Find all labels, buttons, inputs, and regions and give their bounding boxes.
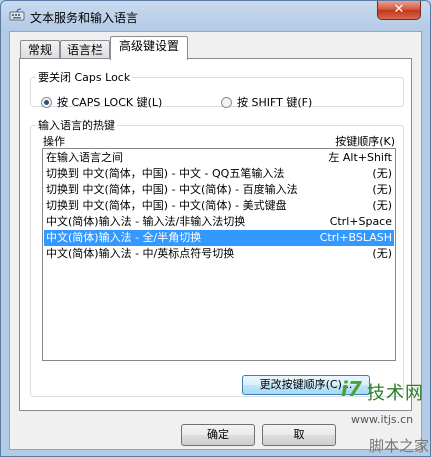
shift-key-label: 按 SHIFT 键(F) xyxy=(237,96,313,109)
watermark-logo: i7 xyxy=(341,377,362,401)
column-key-sequence: 按键顺序(K) xyxy=(335,135,395,148)
hotkeys-list[interactable]: 在输入语言之间 左 Alt+Shift 切换到 中文(简体，中国) - 中文 -… xyxy=(42,148,396,361)
hotkey-row[interactable]: 在输入语言之间 左 Alt+Shift xyxy=(44,150,394,166)
caps-lock-legend: 要关闭 Caps Lock xyxy=(38,71,131,84)
ok-button[interactable]: 确定 xyxy=(181,424,255,446)
hotkey-key: Ctrl+Space xyxy=(329,215,392,228)
hotkey-key: (无) xyxy=(372,167,392,180)
hotkey-action: 中文(简体)输入法 - 输入法/非输入法切换 xyxy=(46,215,246,228)
hotkey-key: Ctrl+BSLASH xyxy=(319,231,392,244)
watermark-url: www.itjs.cn xyxy=(351,413,414,426)
hotkey-action: 切换到 中文(简体，中国) - 中文 - QQ五笔输入法 xyxy=(46,167,285,180)
hotkey-row[interactable]: 切换到 中文(简体，中国) - 中文 - QQ五笔输入法 (无) xyxy=(44,166,394,182)
hotkey-action: 切换到 中文(简体，中国) - 中文(简体) - 百度输入法 xyxy=(46,183,298,196)
hotkey-key: (无) xyxy=(372,247,392,260)
close-icon: ✕ xyxy=(393,2,405,17)
hotkey-key: (无) xyxy=(372,199,392,212)
window-title: 文本服务和输入语言 xyxy=(30,11,139,25)
dialog-window: 文本服务和输入语言 ✕ 常规 语言栏 高级键设置 要关闭 Caps Lock 按… xyxy=(0,0,431,457)
hotkeys-legend: 输入语言的热键 xyxy=(38,119,115,132)
tab-language-bar[interactable]: 语言栏 xyxy=(60,40,110,59)
advanced-key-settings-panel: 要关闭 Caps Lock 按 CAPS LOCK 键(L) 按 SHIFT 键… xyxy=(19,58,412,411)
hotkey-action: 中文(简体)输入法 - 全/半角切换 xyxy=(46,231,202,244)
column-action: 操作 xyxy=(43,135,65,148)
watermark-sub: 脚本之家 xyxy=(369,437,430,455)
keyboard-app-icon xyxy=(9,8,25,21)
hotkey-key: 左 Alt+Shift xyxy=(328,151,392,164)
cancel-button[interactable]: 取 xyxy=(262,424,336,446)
watermark-text: 技术网 xyxy=(367,383,424,404)
hotkey-action: 在输入语言之间 xyxy=(46,151,123,164)
shift-key-radio[interactable]: 按 SHIFT 键(F) xyxy=(221,95,312,109)
tab-advanced-key-settings[interactable]: 高级键设置 xyxy=(110,36,188,60)
radio-unselected-icon xyxy=(221,96,232,108)
tab-general[interactable]: 常规 xyxy=(20,40,60,59)
hotkey-key: (无) xyxy=(372,183,392,196)
close-button[interactable]: ✕ xyxy=(377,1,421,20)
title-bar[interactable]: 文本服务和输入语言 ✕ xyxy=(1,1,430,31)
caps-lock-key-radio[interactable]: 按 CAPS LOCK 键(L) xyxy=(41,95,162,109)
hotkey-action: 中文(简体)输入法 - 中/英标点符号切换 xyxy=(46,247,235,260)
hotkey-row[interactable]: 中文(简体)输入法 - 中/英标点符号切换 (无) xyxy=(44,246,394,262)
hotkey-row-selected[interactable]: 中文(简体)输入法 - 全/半角切换 Ctrl+BSLASH xyxy=(44,230,394,246)
site-watermark: i7 技术网 www.itjs.cn 脚本之家 xyxy=(339,373,431,457)
hotkey-row[interactable]: 中文(简体)输入法 - 输入法/非输入法切换 Ctrl+Space xyxy=(44,214,394,230)
hotkey-action: 切换到 中文(简体，中国) - 中文(简体) - 美式键盘 xyxy=(46,199,287,212)
radio-selected-icon xyxy=(41,96,52,108)
caps-lock-key-label: 按 CAPS LOCK 键(L) xyxy=(57,96,163,109)
caps-lock-group: 要关闭 Caps Lock 按 CAPS LOCK 键(L) 按 SHIFT 键… xyxy=(30,69,404,109)
hotkey-row[interactable]: 切换到 中文(简体，中国) - 中文(简体) - 百度输入法 (无) xyxy=(44,182,394,198)
hotkeys-column-header: 操作 按键顺序(K) xyxy=(43,133,395,148)
hotkey-row[interactable]: 切换到 中文(简体，中国) - 中文(简体) - 美式键盘 (无) xyxy=(44,198,394,214)
